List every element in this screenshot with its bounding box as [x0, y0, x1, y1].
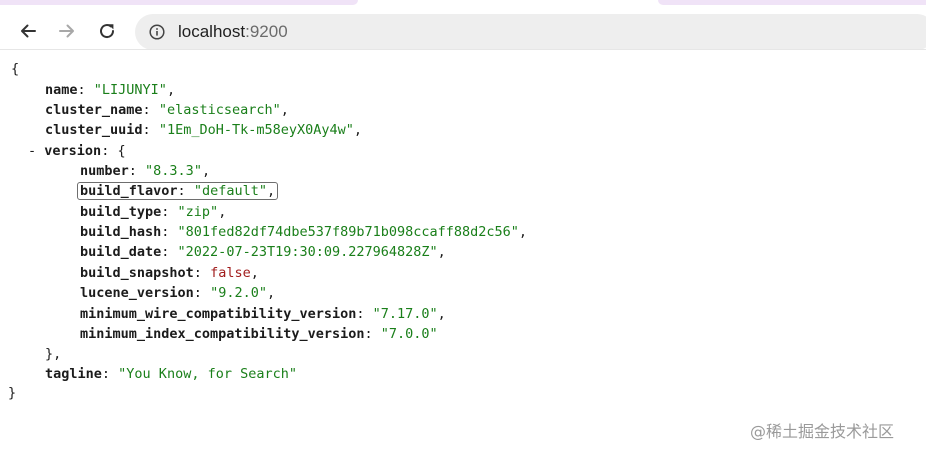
json-key: build_hash — [80, 224, 162, 240]
json-string-value: "7.0.0" — [380, 326, 438, 342]
address-bar[interactable]: localhost:9200 — [135, 14, 926, 50]
json-key: minimum_wire_compatibility_version — [80, 306, 357, 322]
arrow-left-icon — [21, 24, 36, 38]
json-key: cluster_name — [45, 102, 143, 118]
json-key: build_type — [80, 204, 162, 220]
json-string-value: "8.3.3" — [145, 163, 202, 179]
collapse-toggle[interactable]: - — [28, 143, 36, 159]
watermark: @稀土掘金技术社区 — [750, 422, 895, 441]
info-icon[interactable] — [149, 24, 165, 40]
json-string-value: "elasticsearch" — [158, 102, 281, 118]
url-text[interactable]: localhost:9200 — [178, 22, 288, 42]
reload-button[interactable] — [89, 13, 125, 49]
json-string-value: "zip" — [177, 204, 219, 220]
json-line-build-hash: build_hash: "801fed82df74dbe537f89b71b09… — [80, 224, 528, 240]
json-string-value: "7.17.0" — [372, 306, 438, 322]
forward-button[interactable] — [49, 13, 85, 49]
json-line-min-index-compat: minimum_index_compatibility_version: "7.… — [80, 326, 438, 342]
json-string-value: "2022-07-23T19:30:09.227964828Z" — [177, 244, 438, 260]
json-line-cluster-uuid: cluster_uuid: "1Em_DoH-Tk-m58eyX0Ay4w", — [45, 122, 363, 138]
json-line-version: - version: { — [28, 143, 126, 159]
json-key: lucene_version — [80, 285, 194, 301]
json-open-brace: { — [11, 61, 20, 77]
json-line-tagline: tagline: "You Know, for Search" — [45, 366, 297, 382]
focused-entry[interactable]: build_flavor: "default", — [76, 182, 279, 200]
json-string-value: "LIJUNYI" — [93, 82, 167, 98]
json-line-build-flavor: build_flavor: "default", — [76, 182, 279, 200]
json-line-build-date: build_date: "2022-07-23T19:30:09.2279648… — [80, 244, 446, 260]
json-string-value: "default" — [193, 183, 267, 199]
arrow-right-icon — [59, 24, 74, 38]
json-close-brace: } — [8, 385, 17, 401]
json-key: tagline — [45, 366, 102, 382]
json-key: cluster_uuid — [45, 122, 143, 138]
json-string-value: "1Em_DoH-Tk-m58eyX0Ay4w" — [158, 122, 354, 138]
json-key: minimum_index_compatibility_version — [80, 326, 365, 342]
json-key: version — [44, 143, 102, 159]
json-viewer: { name: "LIJUNYI", cluster_name: "elasti… — [0, 50, 926, 453]
json-string-value: "801fed82df74dbe537f89b71b098ccaff88d2c5… — [177, 224, 519, 240]
json-line-cluster-name: cluster_name: "elasticsearch", — [45, 102, 289, 118]
json-line-number: number: "8.3.3", — [80, 163, 211, 179]
json-key: build_flavor — [80, 183, 178, 199]
browser-toolbar: localhost:9200 — [0, 5, 926, 50]
json-key: build_date — [80, 244, 162, 260]
back-button[interactable] — [10, 13, 46, 49]
url-host: localhost — [178, 22, 246, 41]
json-key: name — [45, 82, 78, 98]
reload-icon — [100, 24, 115, 39]
json-key: number — [80, 163, 129, 179]
json-version-close: }, — [45, 346, 62, 362]
json-line-lucene-version: lucene_version: "9.2.0", — [80, 285, 276, 301]
json-line-build-type: build_type: "zip", — [80, 204, 227, 220]
json-string-value: "You Know, for Search" — [118, 366, 297, 382]
json-line-name: name: "LIJUNYI", — [45, 82, 176, 98]
json-line-min-wire-compat: minimum_wire_compatibility_version: "7.1… — [80, 306, 446, 322]
json-key: build_snapshot — [80, 265, 194, 281]
json-line-build-snapshot: build_snapshot: false, — [80, 265, 259, 281]
json-string-value: "9.2.0" — [210, 285, 267, 301]
json-boolean-value: false — [210, 265, 251, 281]
url-port: :9200 — [245, 22, 288, 41]
